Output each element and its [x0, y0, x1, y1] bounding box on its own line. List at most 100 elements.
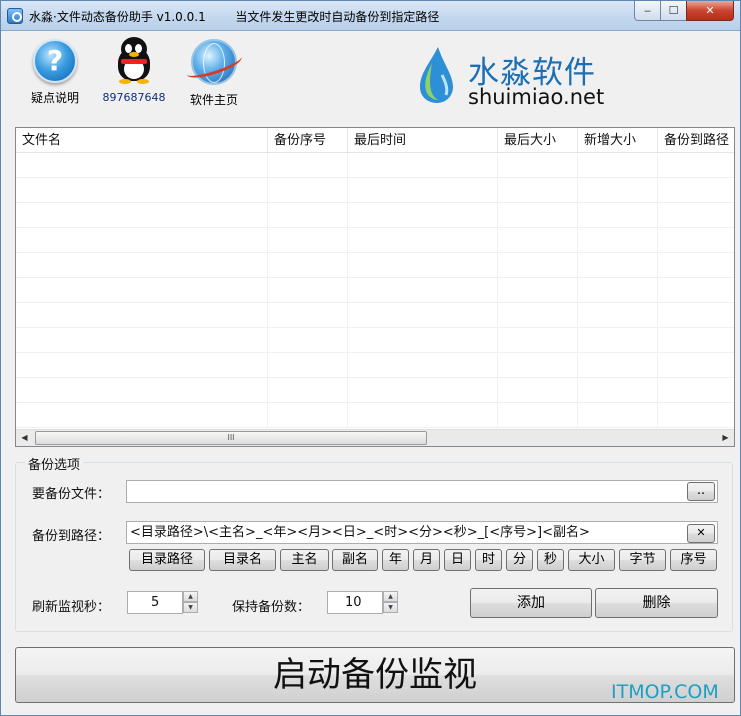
help-label[interactable]: 疑点说明	[15, 89, 95, 106]
globe-icon[interactable]	[191, 39, 237, 85]
table-cell	[658, 178, 734, 203]
token-button-second[interactable]: 秒	[537, 549, 564, 571]
close-button[interactable]: ✕	[686, 1, 734, 21]
table-body[interactable]	[16, 153, 734, 429]
table-cell	[268, 303, 348, 328]
home-label[interactable]: 软件主页	[174, 91, 254, 108]
token-button-dir-path[interactable]: 目录路径	[129, 549, 205, 571]
table-cell	[498, 178, 578, 203]
table-row[interactable]	[16, 178, 734, 203]
token-button-year[interactable]: 年	[382, 549, 409, 571]
file-input[interactable]	[126, 480, 718, 503]
table-cell	[16, 178, 268, 203]
table-row[interactable]	[16, 153, 734, 178]
refresh-spinner[interactable]: ▲ ▼	[183, 591, 199, 614]
table-cell	[16, 328, 268, 353]
table-cell	[658, 253, 734, 278]
add-button[interactable]: 添加	[470, 588, 592, 618]
table-row[interactable]	[16, 328, 734, 353]
maximize-button[interactable]: ☐	[660, 1, 687, 21]
table-cell	[348, 153, 498, 178]
table-row[interactable]	[16, 353, 734, 378]
brand-name-en: shuimiao.net	[468, 85, 605, 109]
token-button-size[interactable]: 大小	[568, 549, 615, 571]
token-button-month[interactable]: 月	[413, 549, 440, 571]
token-button-minute[interactable]: 分	[506, 549, 533, 571]
app-window: 水淼·文件动态备份助手 v1.0.0.1 当文件发生更改时自动备份到指定路径 ‒…	[0, 0, 741, 716]
refresh-up-icon[interactable]: ▲	[183, 591, 198, 602]
token-button-ext-name[interactable]: 副名	[332, 549, 378, 571]
table-cell	[16, 278, 268, 303]
table-cell	[498, 303, 578, 328]
horizontal-scrollbar[interactable]: ◀ III ▶	[16, 429, 734, 446]
table-cell	[348, 253, 498, 278]
table-cell	[658, 353, 734, 378]
token-button-day[interactable]: 日	[444, 549, 471, 571]
table-cell	[578, 278, 658, 303]
keep-count-input[interactable]: 10	[327, 591, 383, 614]
table-row[interactable]	[16, 378, 734, 403]
column-header-filename[interactable]: 文件名	[16, 128, 268, 153]
token-button-bytes[interactable]: 字节	[619, 549, 666, 571]
token-button-dir-name[interactable]: 目录名	[209, 549, 276, 571]
column-header-backup-index[interactable]: 备份序号	[268, 128, 348, 153]
qq-penguin-icon[interactable]	[112, 37, 156, 85]
table-cell	[268, 353, 348, 378]
qq-number-label[interactable]: 897687648	[94, 91, 174, 104]
home-tool[interactable]: 软件主页	[174, 39, 254, 108]
table-row[interactable]	[16, 228, 734, 253]
table-cell	[578, 178, 658, 203]
table-header: 文件名 备份序号 最后时间 最后大小 新增大小 备份到路径	[16, 128, 734, 153]
table-cell	[348, 178, 498, 203]
table-cell	[16, 253, 268, 278]
clear-path-button[interactable]: ✕	[687, 524, 715, 543]
scroll-thumb[interactable]: III	[35, 431, 427, 445]
path-input[interactable]: <目录路径>\<主名>_<年><月><日>_<时><分><秒>_[<序号>]<副…	[126, 521, 718, 544]
table-cell	[498, 378, 578, 403]
keep-up-icon[interactable]: ▲	[383, 591, 398, 602]
table-cell	[348, 403, 498, 428]
window-title-subtitle: 当文件发生更改时自动备份到指定路径	[235, 10, 440, 24]
keep-spinner[interactable]: ▲ ▼	[383, 591, 399, 614]
qq-tool[interactable]: 897687648	[94, 37, 174, 104]
table-row[interactable]	[16, 253, 734, 278]
browse-button[interactable]: ..	[687, 482, 715, 501]
table-cell	[498, 253, 578, 278]
table-cell	[658, 328, 734, 353]
column-header-backup-path[interactable]: 备份到路径	[658, 128, 734, 153]
help-icon[interactable]: ?	[33, 39, 77, 83]
table-row[interactable]	[16, 203, 734, 228]
table-cell	[268, 278, 348, 303]
table-cell	[658, 203, 734, 228]
keep-down-icon[interactable]: ▼	[383, 602, 398, 613]
title-bar[interactable]: 水淼·文件动态备份助手 v1.0.0.1 当文件发生更改时自动备份到指定路径 ‒…	[1, 1, 740, 31]
table-cell	[348, 303, 498, 328]
table-cell	[658, 153, 734, 178]
column-header-last-size[interactable]: 最后大小	[498, 128, 578, 153]
table-row[interactable]	[16, 303, 734, 328]
table-cell	[268, 328, 348, 353]
refresh-down-icon[interactable]: ▼	[183, 602, 198, 613]
table-cell	[578, 303, 658, 328]
delete-button[interactable]: 删除	[595, 588, 718, 618]
column-header-added-size[interactable]: 新增大小	[578, 128, 658, 153]
table-cell	[348, 228, 498, 253]
scroll-right-icon[interactable]: ▶	[717, 430, 734, 446]
column-header-last-time[interactable]: 最后时间	[348, 128, 498, 153]
table-cell	[578, 253, 658, 278]
table-cell	[268, 378, 348, 403]
table-cell	[498, 228, 578, 253]
table-cell	[498, 203, 578, 228]
table-cell	[348, 328, 498, 353]
scroll-left-icon[interactable]: ◀	[16, 430, 33, 446]
token-button-hour[interactable]: 时	[475, 549, 502, 571]
refresh-seconds-input[interactable]: 5	[127, 591, 183, 614]
table-cell	[498, 403, 578, 428]
token-button-index[interactable]: 序号	[670, 549, 717, 571]
token-button-main-name[interactable]: 主名	[280, 549, 329, 571]
file-table[interactable]: 文件名 备份序号 最后时间 最后大小 新增大小 备份到路径 ◀ III ▶	[15, 127, 735, 447]
table-row[interactable]	[16, 278, 734, 303]
minimize-button[interactable]: ‒	[634, 1, 661, 21]
help-tool[interactable]: ? 疑点说明	[15, 39, 95, 106]
table-row[interactable]	[16, 403, 734, 428]
